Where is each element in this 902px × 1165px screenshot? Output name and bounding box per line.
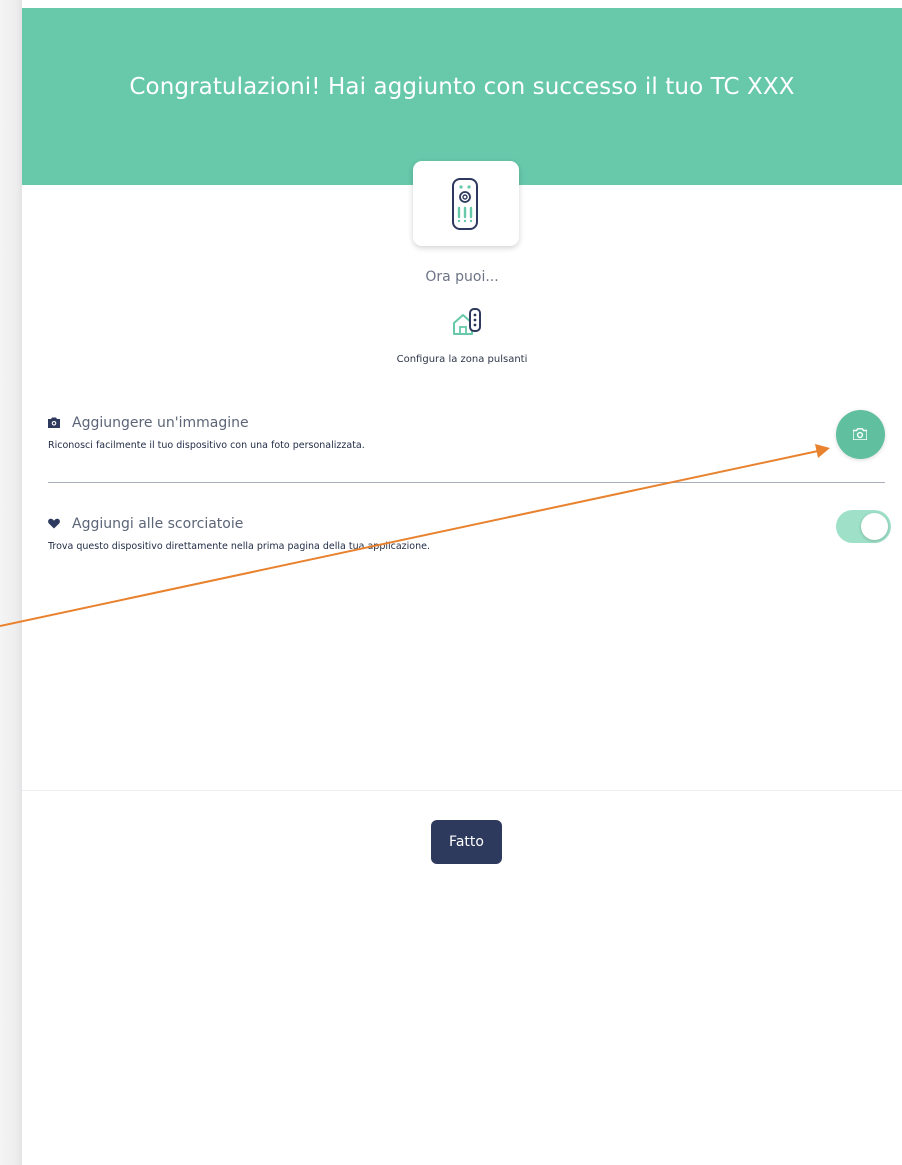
- shortcut-description: Trova questo dispositivo direttamente ne…: [48, 541, 430, 552]
- app-window: Congratulazioni! Hai aggiunto con succes…: [22, 8, 902, 1165]
- heart-icon: [48, 518, 60, 529]
- camera-icon: [48, 417, 60, 428]
- toggle-knob[interactable]: [861, 513, 888, 540]
- remote-control-icon: [452, 178, 478, 230]
- home-remote-icon[interactable]: [451, 306, 483, 338]
- device-card: [413, 161, 519, 246]
- feature-label[interactable]: Configura la zona pulsanti: [22, 354, 902, 365]
- add-image-description: Riconosci facilmente il tuo dispositivo …: [48, 440, 365, 451]
- footer-divider: [22, 790, 902, 791]
- done-button[interactable]: Fatto: [431, 820, 502, 864]
- shortcut-title: Aggiungi alle scorciatoie: [72, 516, 244, 532]
- footer-bar: Fatto: [22, 790, 902, 1165]
- shortcut-toggle[interactable]: [836, 510, 891, 543]
- add-image-button[interactable]: [836, 410, 885, 459]
- page-margin: [0, 0, 22, 1165]
- section-divider: [48, 482, 885, 483]
- success-header: Congratulazioni! Hai aggiunto con succes…: [22, 8, 902, 185]
- subtitle: Ora puoi...: [425, 269, 499, 285]
- add-image-title: Aggiungere un'immagine: [72, 415, 249, 431]
- header-title: Congratulazioni! Hai aggiunto con succes…: [129, 74, 795, 100]
- camera-icon: [853, 428, 867, 440]
